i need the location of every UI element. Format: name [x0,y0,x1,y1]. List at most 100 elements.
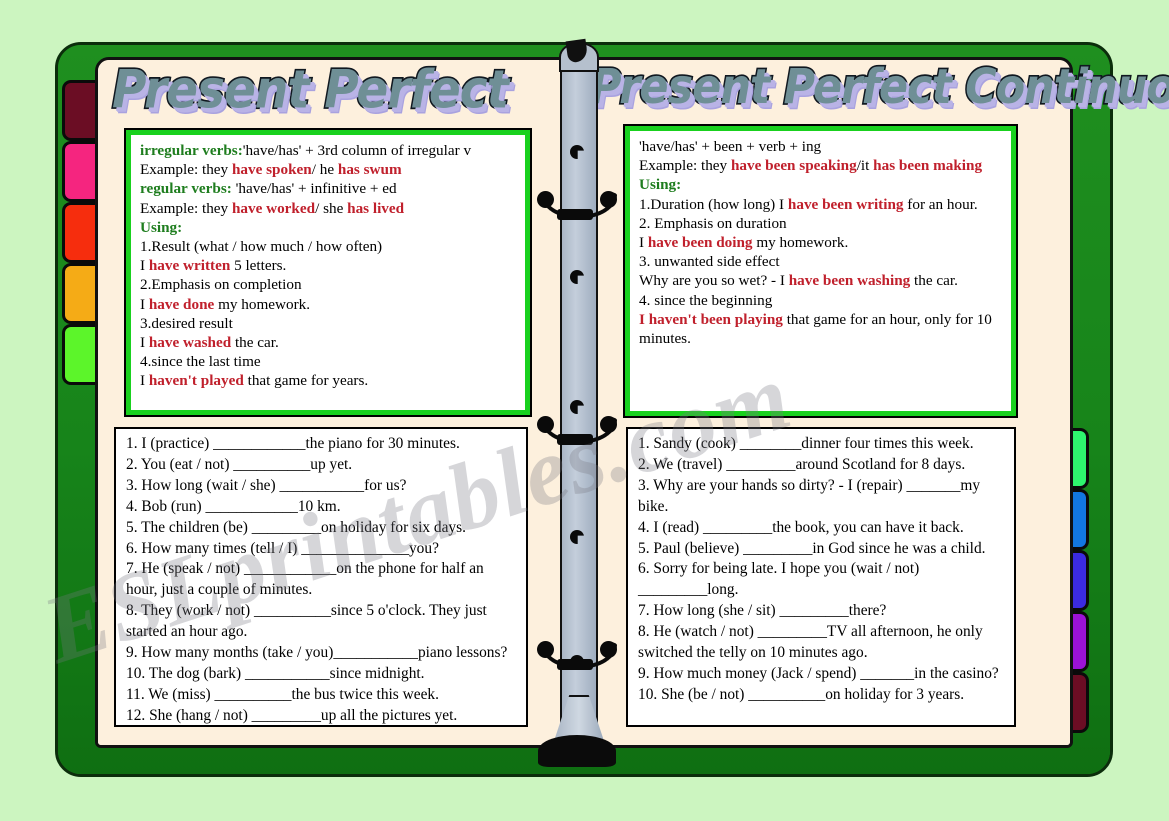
tab-left-5 [62,324,98,385]
rule-run: haven't played [148,372,244,390]
rule-run: has been making [873,157,983,175]
rule-run: regular verbs: [140,180,232,198]
rule-run: that game for years. [243,372,369,390]
rule-line: 3. unwanted side effect [639,252,1003,271]
rule-run: Using: [639,176,682,194]
rule-run: has lived [347,199,405,217]
exercise-item: 12. She (hang / not) _________up all the… [126,706,458,724]
rules-text-right: 'have/has' + been + verb + ing Example: t… [630,131,1011,352]
exercise-list-right: 1. Sandy (cook) ________dinner four time… [628,429,1014,710]
exercise-item: 11. We (miss) __________the bus twice th… [126,685,439,703]
rule-run: I [140,295,149,313]
rule-line: 2.Emphasis on completion [140,275,517,294]
rule-run: 2.Emphasis on completion [140,276,302,294]
tab-left-3 [62,202,98,263]
rule-run: 1.Result (what / how much / how often) [140,238,383,256]
rule-run: have worked [231,199,316,217]
worksheet-canvas: Present Perfect Present Perfect Continuo… [0,0,1169,821]
rule-run: have written [148,257,231,275]
rule-line: 2. Emphasis on duration [639,214,1003,233]
rule-run: have been washing [788,272,911,290]
rule-run: / she [315,199,348,217]
rule-run: 4. since the beginning [639,291,773,309]
rule-run: have been writing [787,195,904,213]
rule-run: I [639,234,648,252]
exercise-item: 8. They (work / not) __________since 5 o… [126,602,487,641]
rule-run: for an hour. [903,195,978,213]
rule-line: 1.Result (what / how much / how often) [140,237,517,256]
rule-run: 5 letters. [230,257,287,275]
exercise-item: 5. The children (be) _________on holiday… [126,518,466,536]
rule-run: irregular verbs: [140,142,243,159]
rule-run: have been speaking [730,157,857,175]
exercise-item: 9. How many months (take / you)_________… [126,644,508,662]
exercise-item: 3. Why are your hands so dirty? - I (rep… [638,476,981,515]
rule-run: I haven't been playing [639,310,783,328]
rules-box-present-perfect: irregular verbs:'have/has' + 3rd column … [124,128,532,417]
exercise-item: 4. I (read) _________the book, you can h… [638,518,964,536]
rule-line: 1.Duration (how long) I have been writin… [639,195,1003,214]
rule-line: Example: they have worked/ she has lived [140,199,517,218]
rule-line: 4. since the beginning [639,291,1003,310]
rule-line: I have written 5 letters. [140,256,517,275]
rule-run: I [140,334,149,352]
rule-run: have done [148,295,215,313]
rule-run: 'have/has' + been + verb + ing [639,138,822,155]
rule-line: I haven't played that game for years. [140,371,517,390]
exercise-item: 10. She (be / not) __________on holiday … [638,685,965,703]
rule-run: 2. Emphasis on duration [639,214,787,232]
rule-line: Example: they have spoken/ he has swum [140,160,517,179]
exercise-item: 5. Paul (believe) _________in God since … [638,539,986,557]
rule-run: 'have/has' + 3rd column of irregular v [242,142,472,159]
rule-run: my homework. [214,295,311,313]
rule-line: Example: they have been speaking/it has … [639,156,1003,175]
rule-line: 'have/has' + been + verb + ing [639,137,1003,156]
exercise-item: 4. Bob (run) ____________10 km. [126,497,341,515]
rule-line: regular verbs: 'have/has' + infinitive +… [140,179,517,198]
exercise-item: 7. How long (she / sit) _________there? [638,602,887,620]
rule-run: my homework. [752,234,849,252]
rule-run: I [140,257,149,275]
exercise-item: 9. How much money (Jack / spend) _______… [638,664,999,682]
exercise-item: 2. You (eat / not) __________up yet. [126,455,353,473]
rule-run: have spoken [231,161,312,179]
rule-run: 3. unwanted side effect [639,253,780,271]
rules-text-left: irregular verbs:'have/has' + 3rd column … [131,135,525,395]
rule-line: Using: [639,175,1003,194]
rule-run: Example: they [140,161,232,179]
exercise-item: 1. I (practice) ____________the piano fo… [126,435,460,452]
exercise-item: 10. The dog (bark) ___________since midn… [126,664,425,682]
page-title-left: Present Perfect [110,59,510,122]
rule-line: I have been doing my homework. [639,233,1003,252]
rule-run: /it [856,157,874,175]
rule-run: Example: they [140,199,232,217]
tab-left-4 [62,263,98,324]
rules-box-present-perfect-continuous: 'have/has' + been + verb + ing Example: t… [623,124,1018,418]
page-title-right: Present Perfect Continuous [588,59,1169,116]
exercise-item: 3. How long (wait / she) ___________for … [126,476,407,494]
rule-line: Why are you so wet? - I have been washin… [639,271,1003,290]
rule-run: 4.since the last time [140,353,261,371]
tab-left-1 [62,80,98,141]
tab-left-2 [62,141,98,202]
exercises-box-right: 1. Sandy (cook) ________dinner four time… [626,427,1016,727]
rule-run: Example: they [639,157,731,175]
rule-run: Why are you so wet? - I [639,272,789,290]
rule-run: / he [311,161,338,179]
exercise-item: 6. Sorry for being late. I hope you (wai… [638,560,920,599]
exercise-list-left: 1. I (practice) ____________the piano fo… [116,429,526,725]
exercise-item: 7. He (speak / not) ____________on the p… [126,560,484,599]
rule-run: I [140,372,149,390]
rule-run: has swum [337,161,402,179]
rule-run: have been doing [647,234,753,252]
rule-run: the car. [910,272,958,290]
exercise-item: 2. We (travel) _________around Scotland … [638,455,966,473]
rule-line: 3.desired result [140,314,517,333]
exercises-box-left: 1. I (practice) ____________the piano fo… [114,427,528,727]
exercise-item: 6. How many times (tell / I) ___________… [126,539,439,557]
exercise-item: 1. Sandy (cook) ________dinner four time… [638,435,974,452]
rule-line: I haven't been playing that game for an … [639,310,1003,348]
rule-run: the car. [231,334,279,352]
rule-line: 4.since the last time [140,352,517,371]
rule-run: 1.Duration (how long) I [639,195,788,213]
